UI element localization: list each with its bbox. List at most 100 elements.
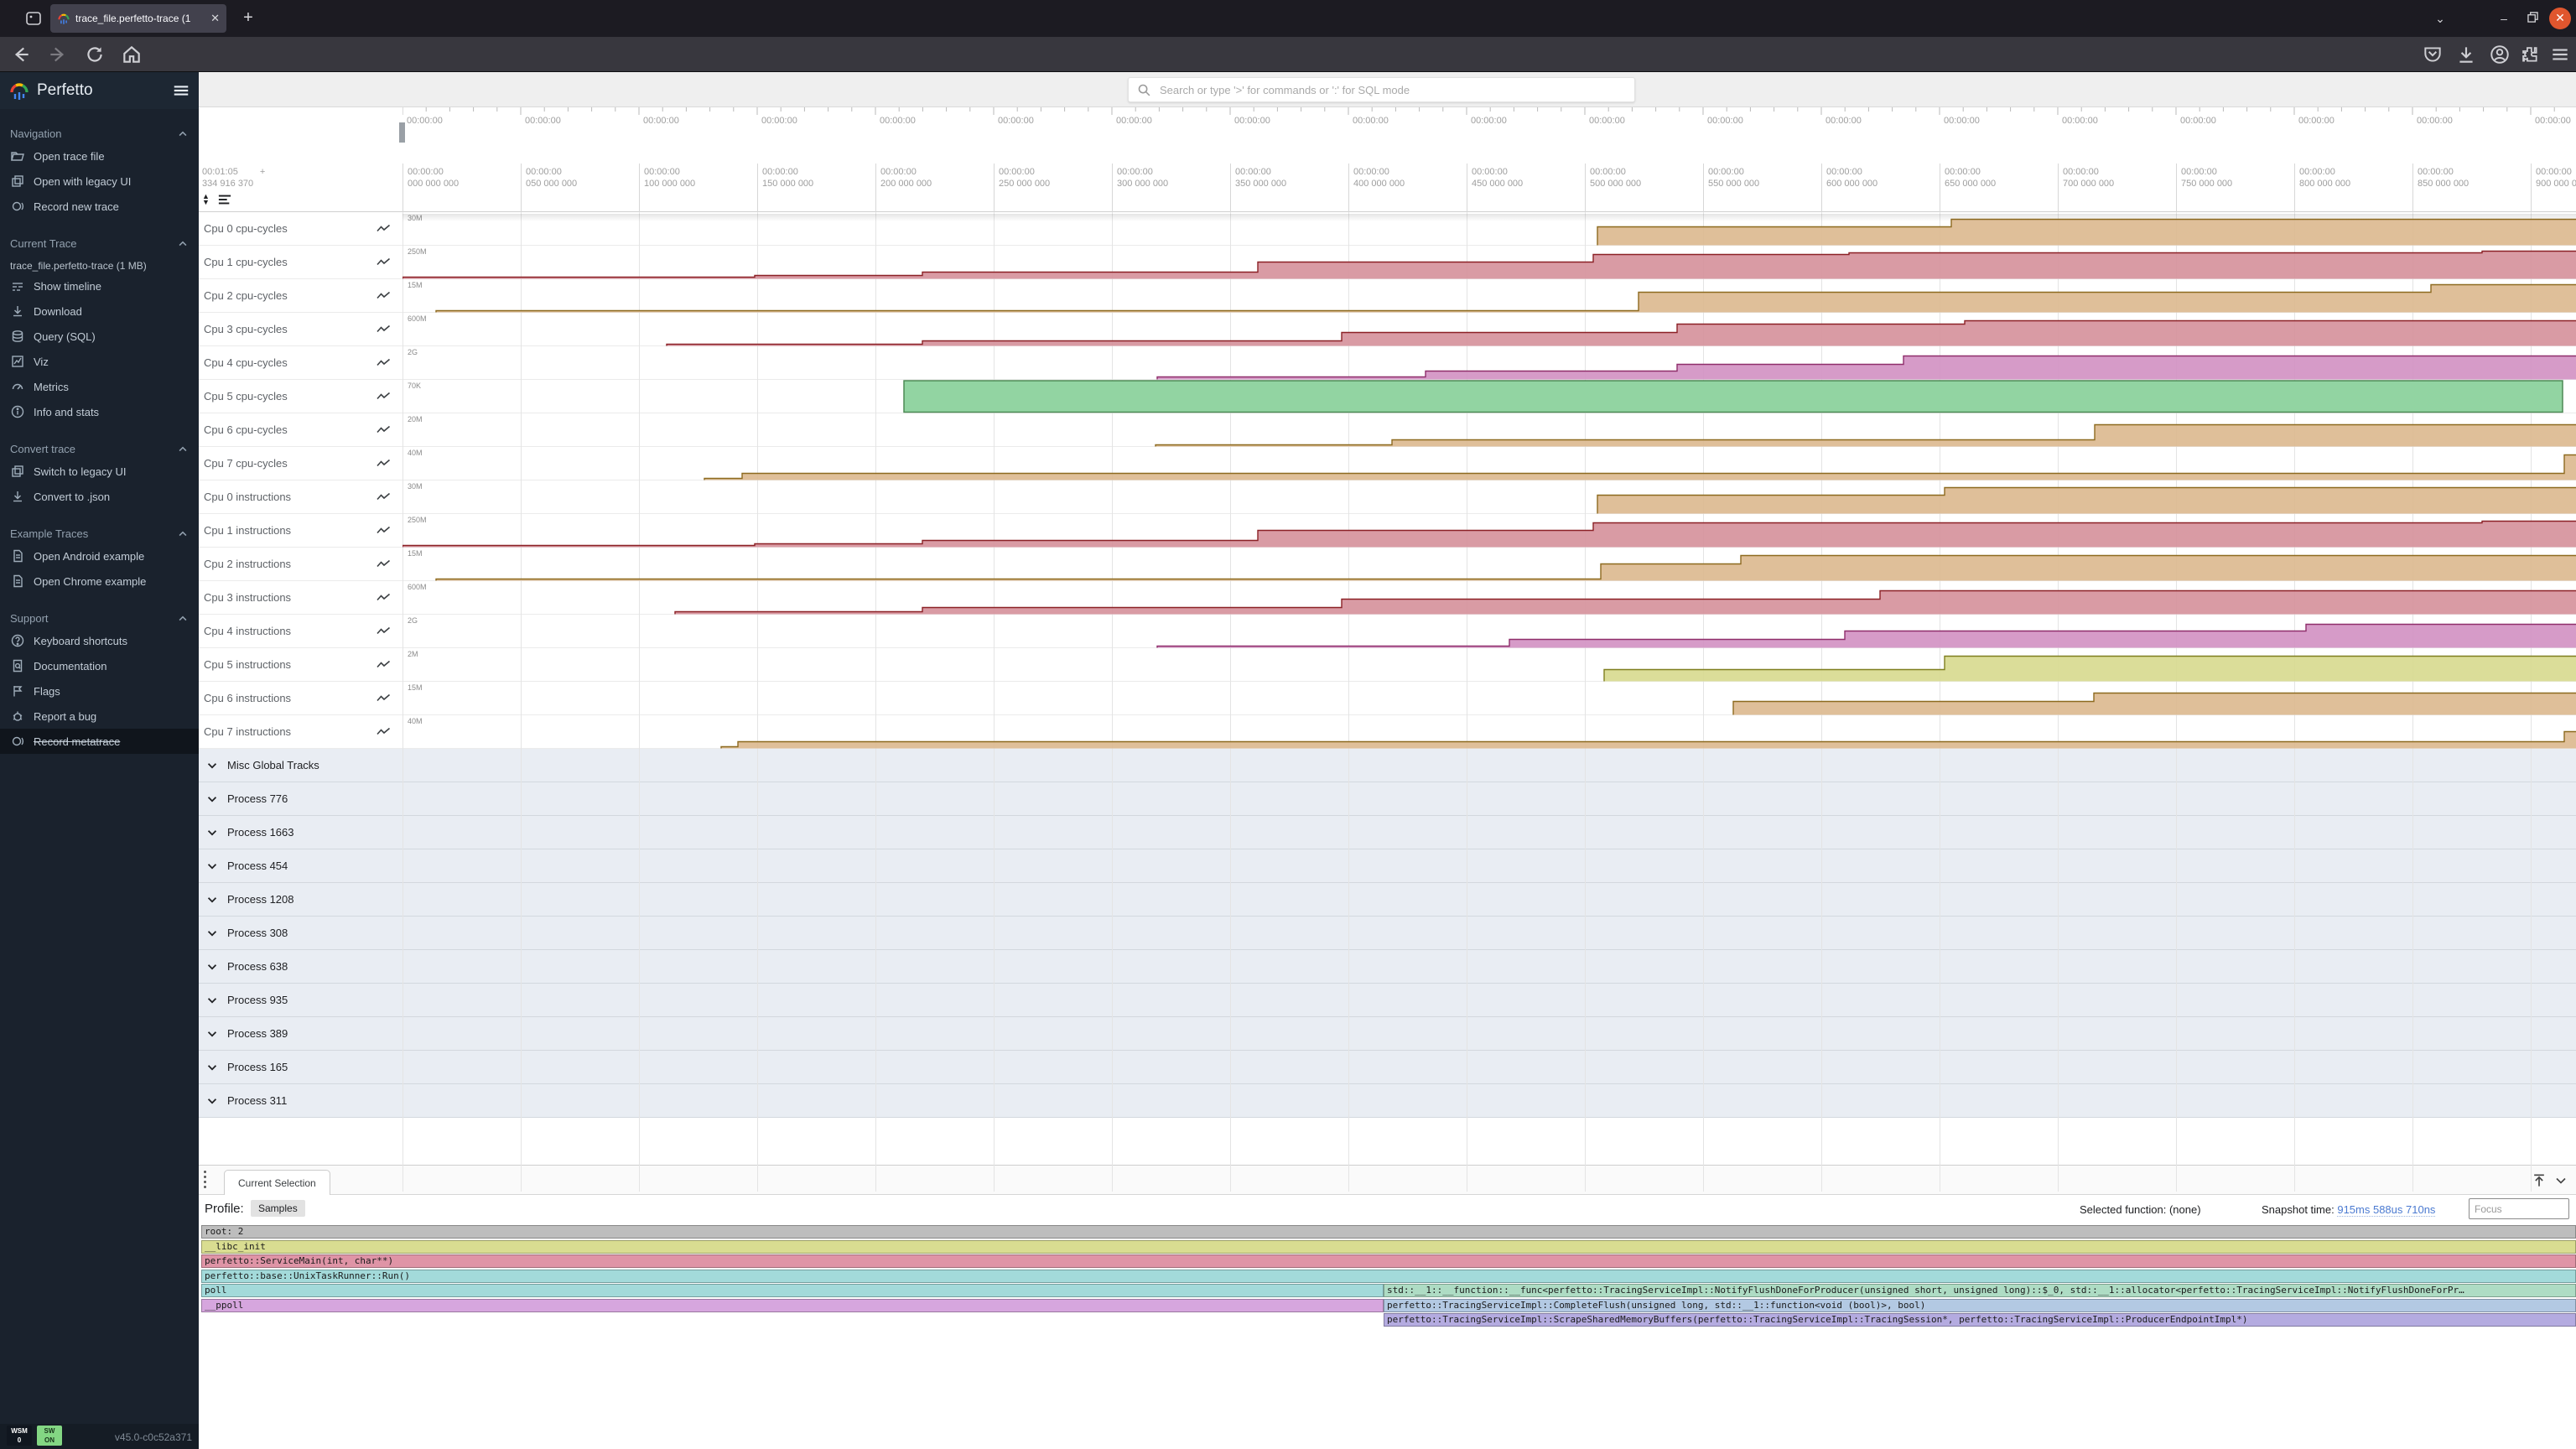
sidebar-item-convert-to-json[interactable]: Convert to .json bbox=[0, 484, 199, 509]
sidebar-section-title[interactable]: Navigation bbox=[0, 124, 199, 143]
counter-track-plot[interactable] bbox=[402, 514, 2576, 548]
tab-list-chevron-icon[interactable]: ⌄ bbox=[2428, 7, 2452, 30]
sidebar-item-query-sql-[interactable]: Query (SQL) bbox=[0, 324, 199, 349]
track-row[interactable]: Cpu 2 instructions15M bbox=[199, 548, 2576, 581]
flame-frame[interactable]: __libc_init bbox=[201, 1240, 2576, 1254]
track-name-cell[interactable]: Cpu 7 cpu-cycles bbox=[199, 447, 402, 480]
pocket-icon[interactable] bbox=[2422, 44, 2444, 65]
drag-handle-icon[interactable] bbox=[204, 1171, 206, 1188]
track-list-icon[interactable] bbox=[218, 194, 231, 205]
track-row[interactable]: Cpu 5 cpu-cycles70K bbox=[199, 380, 2576, 413]
track-row[interactable]: Cpu 2 cpu-cycles15M bbox=[199, 279, 2576, 313]
sidebar-section-title[interactable]: Example Traces bbox=[0, 524, 199, 543]
track-name-cell[interactable]: Cpu 3 instructions bbox=[199, 581, 402, 615]
samples-button[interactable]: Samples bbox=[251, 1200, 305, 1217]
firefox-view-icon[interactable] bbox=[23, 8, 44, 29]
sidebar-item-metrics[interactable]: Metrics bbox=[0, 374, 199, 399]
track-row[interactable]: Cpu 7 instructions40M bbox=[199, 715, 2576, 749]
sidebar-section-title[interactable]: Support bbox=[0, 609, 199, 628]
counter-track-plot[interactable] bbox=[402, 413, 2576, 447]
counter-track-plot[interactable] bbox=[402, 480, 2576, 514]
browser-tab[interactable]: trace_file.perfetto-trace (1 ✕ bbox=[50, 4, 226, 33]
flame-frame[interactable]: __ppoll bbox=[201, 1299, 1384, 1312]
back-icon[interactable] bbox=[10, 44, 32, 65]
track-row[interactable]: Cpu 3 cpu-cycles600M bbox=[199, 313, 2576, 346]
track-pan-controls[interactable]: ▲▼ bbox=[202, 194, 231, 205]
counter-track-plot[interactable] bbox=[402, 615, 2576, 648]
track-name-cell[interactable]: Cpu 4 cpu-cycles bbox=[199, 346, 402, 380]
tab-close-icon[interactable]: ✕ bbox=[210, 12, 220, 25]
counter-track-plot[interactable] bbox=[402, 581, 2576, 615]
track-row[interactable]: Cpu 6 cpu-cycles20M bbox=[199, 413, 2576, 447]
track-name-cell[interactable]: Cpu 2 cpu-cycles bbox=[199, 279, 402, 313]
counter-track-plot[interactable] bbox=[402, 246, 2576, 279]
sidebar-item-flags[interactable]: Flags bbox=[0, 678, 199, 704]
track-row[interactable]: Cpu 5 instructions2M bbox=[199, 648, 2576, 682]
snapshot-time-value[interactable]: 915ms 588us 710ns bbox=[2337, 1203, 2435, 1217]
search-box[interactable] bbox=[1128, 77, 1635, 102]
flame-frame[interactable]: perfetto::base::UnixTaskRunner::Run() bbox=[201, 1270, 2576, 1283]
selection-marker[interactable] bbox=[399, 122, 405, 143]
track-name-cell[interactable]: Cpu 0 instructions bbox=[199, 480, 402, 514]
track-name-cell[interactable]: Cpu 5 instructions bbox=[199, 648, 402, 682]
reload-icon[interactable] bbox=[84, 44, 106, 65]
track-name-cell[interactable]: Cpu 5 cpu-cycles bbox=[199, 380, 402, 413]
menu-hamburger-icon[interactable] bbox=[2549, 44, 2571, 65]
track-name-cell[interactable]: Cpu 6 cpu-cycles bbox=[199, 413, 402, 447]
sidebar-item-show-timeline[interactable]: Show timeline bbox=[0, 273, 199, 299]
sidebar-section-title[interactable]: Current Trace bbox=[0, 234, 199, 253]
sidebar-item-open-chrome-example[interactable]: Open Chrome example bbox=[0, 569, 199, 594]
sidebar-hamburger-icon[interactable] bbox=[172, 81, 190, 100]
sidebar-item-switch-to-legacy-ui[interactable]: Switch to legacy UI bbox=[0, 459, 199, 484]
track-name-cell[interactable]: Cpu 1 instructions bbox=[199, 514, 402, 548]
sidebar-item-documentation[interactable]: Documentation bbox=[0, 653, 199, 678]
sidebar-item-record-metatrace[interactable]: Record metatrace bbox=[0, 729, 199, 754]
window-restore-button[interactable] bbox=[2521, 7, 2544, 30]
reorder-chevrons-icon[interactable]: ▲▼ bbox=[202, 194, 210, 205]
counter-track-plot[interactable] bbox=[402, 279, 2576, 313]
track-name-cell[interactable]: Cpu 7 instructions bbox=[199, 715, 402, 749]
sidebar-item-record-new-trace[interactable]: Record new trace bbox=[0, 194, 199, 219]
flame-frame[interactable]: perfetto::TracingServiceImpl::CompleteFl… bbox=[1384, 1299, 2576, 1312]
sidebar-item-open-trace-file[interactable]: Open trace file bbox=[0, 143, 199, 169]
window-close-button[interactable]: ✕ bbox=[2549, 8, 2571, 29]
track-row[interactable]: Cpu 3 instructions600M bbox=[199, 581, 2576, 615]
track-name-cell[interactable]: Cpu 1 cpu-cycles bbox=[199, 246, 402, 279]
track-row[interactable]: Cpu 4 instructions2G bbox=[199, 615, 2576, 648]
search-input[interactable] bbox=[1160, 84, 1626, 96]
counter-track-plot[interactable] bbox=[402, 313, 2576, 346]
forward-icon[interactable] bbox=[47, 44, 69, 65]
sidebar-item-viz[interactable]: Viz bbox=[0, 349, 199, 374]
sidebar-item-open-android-example[interactable]: Open Android example bbox=[0, 543, 199, 569]
extensions-puzzle-icon[interactable] bbox=[2519, 44, 2541, 65]
track-name-cell[interactable]: Cpu 6 instructions bbox=[199, 682, 402, 715]
flame-frame[interactable]: perfetto::TracingServiceImpl::ScrapeShar… bbox=[1384, 1313, 2576, 1327]
track-row[interactable]: Cpu 6 instructions15M bbox=[199, 682, 2576, 715]
counter-track-plot[interactable] bbox=[402, 447, 2576, 480]
sidebar-section-title[interactable]: Convert trace bbox=[0, 439, 199, 459]
sidebar-item-info-and-stats[interactable]: Info and stats bbox=[0, 399, 199, 424]
track-row[interactable]: Cpu 0 instructions30M bbox=[199, 480, 2576, 514]
counter-track-plot[interactable] bbox=[402, 346, 2576, 380]
track-name-cell[interactable]: Cpu 2 instructions bbox=[199, 548, 402, 581]
counter-track-plot[interactable] bbox=[402, 548, 2576, 581]
counter-track-plot[interactable] bbox=[402, 682, 2576, 715]
sidebar-item-download[interactable]: Download bbox=[0, 299, 199, 324]
flame-frame[interactable]: poll bbox=[201, 1284, 1384, 1297]
track-row[interactable]: Cpu 4 cpu-cycles2G bbox=[199, 346, 2576, 380]
sidebar-item-open-with-legacy-ui[interactable]: Open with legacy UI bbox=[0, 169, 199, 194]
window-minimize-button[interactable]: – bbox=[2492, 7, 2516, 30]
track-name-cell[interactable]: Cpu 4 instructions bbox=[199, 615, 402, 648]
downloads-icon[interactable] bbox=[2455, 44, 2477, 65]
flame-frame[interactable]: root: 2 bbox=[201, 1225, 2576, 1239]
counter-track-plot[interactable] bbox=[402, 380, 2576, 413]
track-name-cell[interactable]: Cpu 0 cpu-cycles bbox=[199, 212, 402, 246]
counter-track-plot[interactable] bbox=[402, 648, 2576, 682]
tab-current-selection[interactable]: Current Selection bbox=[224, 1170, 330, 1195]
new-tab-button[interactable]: + bbox=[236, 7, 260, 30]
track-row[interactable]: Cpu 7 cpu-cycles40M bbox=[199, 447, 2576, 480]
track-row[interactable]: Cpu 1 instructions250M bbox=[199, 514, 2576, 548]
home-icon[interactable] bbox=[121, 44, 143, 65]
counter-track-plot[interactable] bbox=[402, 715, 2576, 749]
flame-frame[interactable]: perfetto::ServiceMain(int, char**) bbox=[201, 1254, 2576, 1268]
